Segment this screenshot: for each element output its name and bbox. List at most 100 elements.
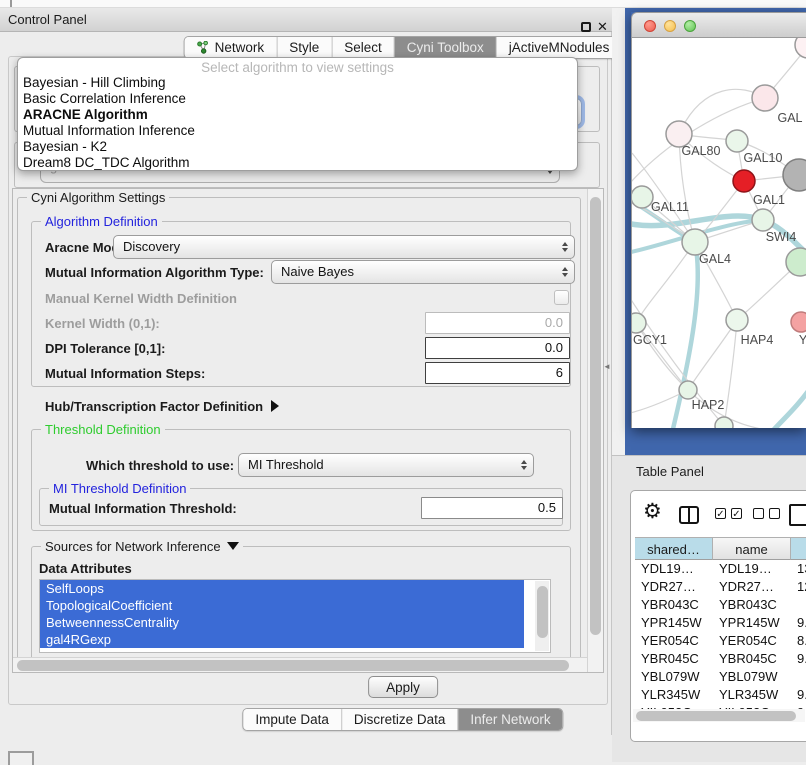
minimize-traffic-light-icon[interactable] [664,20,676,32]
node-label: GAL1 [753,193,785,207]
data-attributes-list[interactable]: SelfLoopsTopologicalCoefficientBetweenne… [39,579,551,653]
float-window-icon[interactable] [581,22,591,32]
tab-impute-data[interactable]: Impute Data [243,709,342,730]
checked-box-icon[interactable]: ✓ [715,508,726,519]
table-cell: YLR345W [641,686,711,704]
table-cell: YER054C [719,632,789,650]
which-threshold-combo[interactable]: MI Threshold [238,453,534,477]
network-node-gal11[interactable] [632,186,653,208]
table-row[interactable]: YDL19…YDL19…13 [635,560,806,578]
combo-arrows-icon [521,460,527,470]
algorithm-item-mutual-information-inference[interactable]: Mutual Information Inference [18,123,577,139]
node-label: HAP4 [741,333,774,347]
table-cell: YDR27… [719,578,789,596]
attribute-item-selfloops[interactable]: SelfLoops [40,580,524,597]
network-node[interactable] [795,38,806,58]
checked-box-icon[interactable]: ✓ [731,508,742,519]
table-cell: YER054C [641,632,711,650]
network-node-y[interactable] [791,312,806,332]
close-traffic-light-icon[interactable] [644,20,656,32]
tab-select[interactable]: Select [332,37,395,58]
table-cell: 9. [797,614,806,632]
tab-network[interactable]: Network [185,37,278,58]
table-cell: 9. [797,686,806,704]
table-row[interactable]: YBR043C YBR043C [635,596,806,614]
network-node-swi4[interactable] [786,248,806,276]
gear-icon[interactable]: ⚙ [643,499,662,524]
tab-cyni-toolbox[interactable]: Cyni Toolbox [395,37,497,58]
docked-panel-icon[interactable] [8,751,34,765]
page-icon[interactable] [789,504,806,526]
algorithm-item-basic-correlation-inference[interactable]: Basic Correlation Inference [18,91,577,107]
table-cell: YDL19… [719,560,789,578]
table-cell: YBL079W [719,668,789,686]
unchecked-box-icon[interactable] [769,508,780,519]
network-canvas[interactable]: GALGAL80GAL10GAL1GAL11GAL4SWI4GCY1HAP4YH… [631,38,806,428]
attributes-scrollbar[interactable] [535,581,549,651]
node-label: GAL11 [651,200,689,214]
aracne-mode-combo[interactable]: Discovery [113,235,575,259]
unchecked-box-icon[interactable] [753,508,764,519]
algorithm-definition-title: Algorithm Definition [41,214,162,229]
network-node-gal1[interactable] [752,209,774,231]
network-window-titlebar[interactable] [631,12,806,38]
network-node-gal10[interactable] [726,130,748,152]
network-node-hap2[interactable] [679,381,697,399]
network-node[interactable] [783,159,806,191]
sources-title[interactable]: Sources for Network Inference [41,539,243,554]
attribute-item-gal4rgexp[interactable]: gal4RGexp [40,631,524,648]
which-threshold-label: Which threshold to use: [86,458,234,473]
dpi-tolerance-field[interactable]: 0.0 [425,337,570,359]
table-cell: YBR043C [641,596,711,614]
zoom-traffic-light-icon[interactable] [684,20,696,32]
column-header-a[interactable]: A [791,537,806,560]
tab-style[interactable]: Style [277,37,332,58]
algorithm-item-bayesian-k2[interactable]: Bayesian - K2 [18,139,577,155]
table-row[interactable]: YBR045CYBR045C9. [635,650,806,668]
algorithm-item-bayesian-hill-climbing[interactable]: Bayesian - Hill Climbing [18,75,577,91]
column-header-shared[interactable]: shared… [635,537,713,560]
data-attributes-label: Data Attributes [39,561,132,576]
table-row[interactable]: YLR345W YLR345W 9. [635,686,806,704]
manual-kernel-checkbox[interactable] [554,290,569,305]
column-header-name[interactable]: name [713,537,791,560]
network-node[interactable] [715,417,733,428]
settings-vscrollbar[interactable] [587,189,604,672]
panel-splitter[interactable] [612,8,625,455]
table-hscrollbar[interactable] [633,709,805,722]
table-cell: YBR045C [719,650,789,668]
expand-right-icon [271,400,279,412]
tab-infer-network[interactable]: Infer Network [458,709,562,730]
network-window[interactable]: GALGAL80GAL10GAL1GAL11GAL4SWI4GCY1HAP4YH… [631,12,806,428]
settings-hscrollbar[interactable] [13,657,587,672]
algorithm-item-aracne-algorithm[interactable]: ARACNE Algorithm [18,107,577,123]
table-cell: YPR145W [641,614,711,632]
mi-type-combo[interactable]: Naive Bayes [271,260,575,284]
table-row[interactable]: YPR145WYPR145W9. [635,614,806,632]
network-node[interactable] [733,170,755,192]
kernel-width-field[interactable]: 0.0 [425,312,570,334]
network-node-gal[interactable] [752,85,778,111]
attribute-item-betweennesscentrality[interactable]: BetweennessCentrality [40,614,524,631]
table-panel-box: ⚙ ✓ ✓ shared…nameAYDL19…YDL19…13YDR27…YD… [630,490,806,742]
algorithm-item-dream8-dc-tdc-algorithm[interactable]: Dream8 DC_TDC Algorithm [18,155,577,171]
mi-steps-field[interactable]: 6 [425,362,570,384]
table-row[interactable]: YDR27…YDR27…12 [635,578,806,596]
table-cell: YLR345W [719,686,789,704]
attribute-item-topologicalcoefficient[interactable]: TopologicalCoefficient [40,597,524,614]
bottom-tabbar: Impute DataDiscretize DataInfer Network [242,708,563,731]
table-cell: YBR043C [719,596,789,614]
table-row[interactable]: YER054CYER054C8. [635,632,806,650]
tab-discretize-data[interactable]: Discretize Data [342,709,459,730]
split-columns-icon[interactable] [679,506,699,524]
table-cell: 13 [797,560,806,578]
mi-threshold-field[interactable]: 0.5 [421,497,563,519]
hub-definition-expander[interactable]: Hub/Transcription Factor Definition [45,399,279,414]
network-node-hap4[interactable] [726,309,748,331]
tab-jactivemnodules[interactable]: jActiveMNodules [497,37,622,58]
apply-button[interactable]: Apply [368,676,438,698]
table-cell: 9. [797,650,806,668]
network-node-gcy1[interactable] [632,313,646,333]
table-cell [797,596,806,614]
table-row[interactable]: YBL079WYBL079W [635,668,806,686]
